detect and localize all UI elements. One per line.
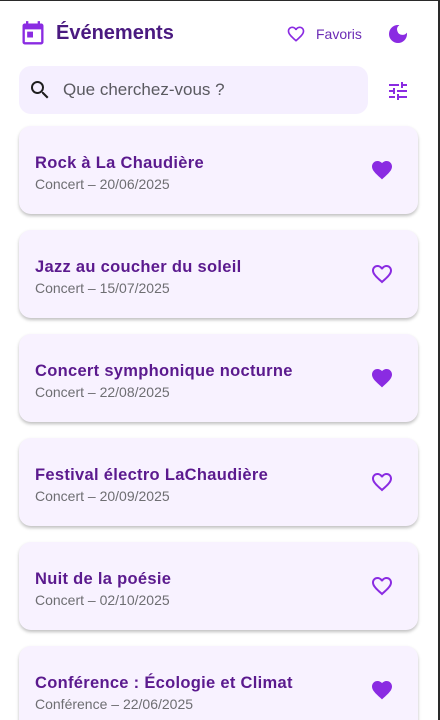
- event-title: Conférence : Écologie et Climat: [35, 674, 293, 692]
- heart-filled-icon[interactable]: [370, 678, 394, 702]
- heart-filled-icon[interactable]: [370, 158, 394, 182]
- tune-sliders-icon[interactable]: [386, 79, 410, 103]
- heart-filled-icon[interactable]: [370, 366, 394, 390]
- event-subtitle: Concert – 20/09/2025: [35, 488, 170, 504]
- event-card[interactable]: Festival électro LaChaudière Concert – 2…: [19, 438, 418, 526]
- heart-outline-icon[interactable]: [370, 470, 394, 494]
- search-input[interactable]: [63, 66, 353, 114]
- dark-mode-moon-icon[interactable]: [386, 22, 410, 46]
- favorites-label: Favoris: [316, 26, 362, 42]
- event-title: Festival électro LaChaudière: [35, 466, 269, 484]
- event-card[interactable]: Conférence : Écologie et Climat Conféren…: [19, 646, 418, 720]
- event-subtitle: Concert – 15/07/2025: [35, 280, 170, 296]
- page-title: Événements: [56, 22, 174, 44]
- event-title: Concert symphonique nocturne: [35, 362, 293, 380]
- calendar-icon: [22, 21, 44, 45]
- event-card[interactable]: Nuit de la poésie Concert – 02/10/2025: [19, 542, 418, 630]
- favorites-button[interactable]: Favoris: [286, 21, 362, 47]
- event-title: Jazz au coucher du soleil: [35, 258, 242, 276]
- event-card[interactable]: Jazz au coucher du soleil Concert – 15/0…: [19, 230, 418, 318]
- app-bar: Événements Favoris: [0, 1, 438, 65]
- heart-outline-icon[interactable]: [370, 574, 394, 598]
- event-title: Nuit de la poésie: [35, 570, 172, 588]
- search-icon: [31, 81, 49, 99]
- heart-outline-icon: [287, 26, 305, 42]
- heart-outline-icon[interactable]: [370, 262, 394, 286]
- event-subtitle: Concert – 20/06/2025: [35, 176, 170, 192]
- event-card[interactable]: Concert symphonique nocturne Concert – 2…: [19, 334, 418, 422]
- event-subtitle: Conférence – 22/06/2025: [35, 696, 194, 712]
- event-card[interactable]: Rock à La Chaudière Concert – 20/06/2025: [19, 126, 418, 214]
- search-bar: [19, 66, 368, 114]
- event-title: Rock à La Chaudière: [35, 154, 204, 172]
- event-subtitle: Concert – 22/08/2025: [35, 384, 170, 400]
- event-list: Rock à La Chaudière Concert – 20/06/2025…: [19, 126, 418, 720]
- event-subtitle: Concert – 02/10/2025: [35, 592, 170, 608]
- app-window: Événements Favoris Rock à La Chaudière C…: [0, 0, 440, 720]
